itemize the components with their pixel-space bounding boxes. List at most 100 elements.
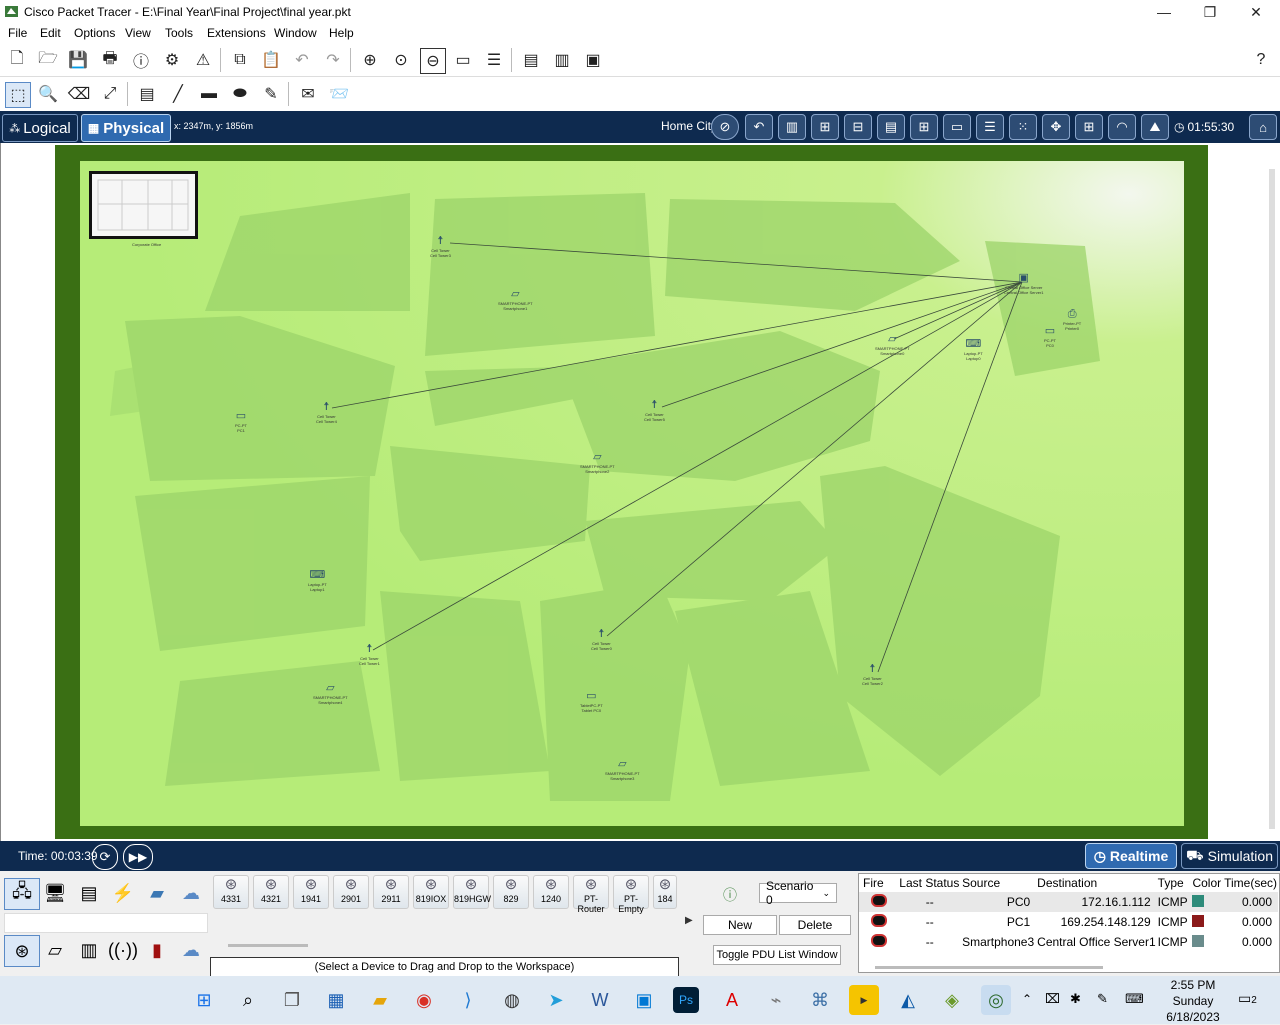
power-cycle-icon[interactable]: ⟳ [92,844,118,870]
cabling-icon[interactable]: ☰ [976,114,1004,140]
end-devices-category-icon[interactable]: 🖥 [38,878,72,908]
menu-file[interactable]: File [8,26,27,40]
tray-pen-icon[interactable]: ✎ [1097,991,1108,1007]
router-model-pt-router[interactable]: ⊛ PT-Router [573,875,609,914]
device-smartphone4[interactable]: ▱ SMARTPHONE-PT Smartphone4 [313,682,348,705]
menu-options[interactable]: Options [74,26,115,40]
vertical-scrollbar[interactable] [1269,169,1275,829]
photoshop-icon[interactable]: Ps [673,987,699,1013]
menu-view[interactable]: View [125,26,151,40]
device-laptop0[interactable]: ⌨ Laptop-PT Laptop0 [964,338,983,361]
widgets-icon[interactable]: ▦ [321,985,351,1015]
routers-subcategory-icon[interactable]: ⊛ [4,935,40,967]
pdu-row[interactable]: -- PC0 172.16.1.112 ICMP 0.000 [859,892,1278,912]
menu-help[interactable]: Help [329,26,354,40]
router-model-2901[interactable]: ⊛ 2901 [333,875,369,909]
router-model-819hgw[interactable]: ⊛ 819HGW [453,875,491,909]
device-smartphone3[interactable]: ▱ SMARTPHONE-PT Smartphone3 [605,758,640,781]
drawing-palette-icon[interactable]: ▭ [451,48,475,72]
device-printer0[interactable]: ⎙ Printer-PT Printer0 [1063,308,1081,331]
pdu-list-scrollbar[interactable] [875,966,1103,969]
wireless-icon[interactable]: ◠ [1108,114,1136,140]
new-table-icon[interactable]: ▭ [943,114,971,140]
scenario-info-icon[interactable]: ⓘ [723,885,737,905]
new-scenario-button[interactable]: New [703,915,777,935]
router-model-2911[interactable]: ⊛ 2911 [373,875,409,909]
corporate-office-building[interactable] [89,171,198,239]
save-icon[interactable]: 💾 [66,48,90,72]
notifications-icon[interactable]: ▭2 [1238,990,1257,1007]
add-simple-pdu-icon[interactable]: ✉ [296,82,320,106]
misc-category-icon[interactable]: ▰ [140,878,174,908]
acrobat-icon[interactable]: A [717,985,747,1015]
fast-forward-icon[interactable]: ▶▶ [123,844,153,870]
notes-icon[interactable]: ▤ [519,48,543,72]
security-subcategory-icon[interactable]: ▮ [140,935,174,965]
note-icon[interactable]: ▤ [135,82,159,106]
paste-icon[interactable]: 📋 [259,48,283,72]
router-model-4321[interactable]: ⊛ 4321 [253,875,289,909]
menu-window[interactable]: Window [274,26,317,40]
wireshark-icon[interactable]: ◭ [893,985,923,1015]
word-icon[interactable]: W [585,985,615,1015]
toggle-pdu-list-button[interactable]: Toggle PDU List Window [713,945,841,965]
help-icon[interactable]: ? [1249,48,1273,72]
back-icon[interactable]: ↶ [745,114,773,140]
city-map[interactable]: Corporate Office ☨ Cell Tower Cell Tower3… [80,161,1184,826]
zoom-reset-icon[interactable]: ⊙ [389,48,413,72]
device-cell-tower2[interactable]: ☨ Cell Tower Cell Tower2 [862,663,883,686]
select-tool-icon[interactable]: ⬚ [5,82,31,108]
menu-extensions[interactable]: Extensions [207,26,266,40]
scenario-select[interactable]: Scenario 0 ⌄ [759,879,837,907]
windows-start-icon[interactable]: ⊞ [189,985,219,1015]
info-icon[interactable]: ⓘ [129,48,153,72]
file-explorer-icon[interactable]: ▰ [365,985,395,1015]
minimize-button[interactable]: — [1141,0,1187,24]
background-image-icon[interactable]: ⛰ [1141,114,1169,140]
fire-button-icon[interactable] [859,892,898,912]
print-icon[interactable]: 🖶 [98,48,122,72]
pdu-row[interactable]: -- Smartphone3 Central Office Server1 IC… [859,932,1278,952]
components-category-icon[interactable]: ▤ [72,878,106,908]
device-pc0[interactable]: ▭ PC-PT PC0 [1044,325,1056,348]
activity-wizard-icon[interactable]: ⚠ [191,48,215,72]
connections-category-icon[interactable]: ⚡ [106,878,140,908]
building-icon[interactable]: ▥ [778,114,806,140]
router-model-4331[interactable]: ⊛ 4331 [213,875,249,909]
zoom-out-icon[interactable]: ⊖ [420,48,446,74]
github-icon[interactable]: ◍ [497,985,527,1015]
line-icon[interactable]: ╱ [166,82,190,106]
usb-drive-icon[interactable]: ⌁ [761,985,791,1015]
wizard-icon[interactable]: ⚙ [160,48,184,72]
device-smartphone1[interactable]: ▱ SMARTPHONE-PT Smartphone1 [498,288,533,311]
new-closet-icon[interactable]: ▤ [877,114,905,140]
copy-icon[interactable]: ⧉ [228,48,252,72]
device-smartphone0[interactable]: ▱ SMARTPHONE-PT Smartphone0 [875,333,910,356]
switches-subcategory-icon[interactable]: ▱ [38,935,72,965]
router-model-829[interactable]: ⊛ 829 [493,875,529,909]
virtual-machine-icon[interactable]: ▣ [629,985,659,1015]
new-rack-icon[interactable]: ⊞ [910,114,938,140]
taskbar-clock[interactable]: 2:55 PM Sunday 6/18/2023 [1160,977,1226,1025]
fire-button-icon[interactable] [859,932,898,952]
screenshot-icon[interactable]: ▣ [581,48,605,72]
physical-tab[interactable]: ▦ Physical [81,114,171,142]
menu-edit[interactable]: Edit [40,26,61,40]
tray-hardware-icon[interactable]: ⌧ [1045,991,1060,1007]
vscode-icon[interactable]: ⟩ [453,985,483,1015]
wan-emulation-subcategory-icon[interactable]: ☁ [174,935,208,965]
router-model-819iox[interactable]: ⊛ 819IOX [413,875,449,909]
device-cell-tower1[interactable]: ☨ Cell Tower Cell Tower1 [359,643,380,666]
tray-keyboard-icon[interactable]: ⌨ [1125,991,1144,1007]
device-pc1[interactable]: ▭ PC-PT PC1 [235,410,247,433]
zoom-in-icon[interactable]: ⊕ [358,48,382,72]
device-cell-tower5[interactable]: ☨ Cell Tower Cell Tower5 [644,399,665,422]
delete-icon[interactable]: ⌫ [67,82,91,106]
app-icon[interactable]: ◈ [937,985,967,1015]
menu-tools[interactable]: Tools [165,26,193,40]
add-complex-pdu-icon[interactable]: 📨 [327,82,351,106]
tray-chevron-icon[interactable]: ⌃ [1022,992,1032,1006]
task-view-icon[interactable]: ❐ [277,985,307,1015]
home-icon[interactable]: ⌂ [1249,114,1277,140]
grid-icon[interactable]: ⁙ [1009,114,1037,140]
